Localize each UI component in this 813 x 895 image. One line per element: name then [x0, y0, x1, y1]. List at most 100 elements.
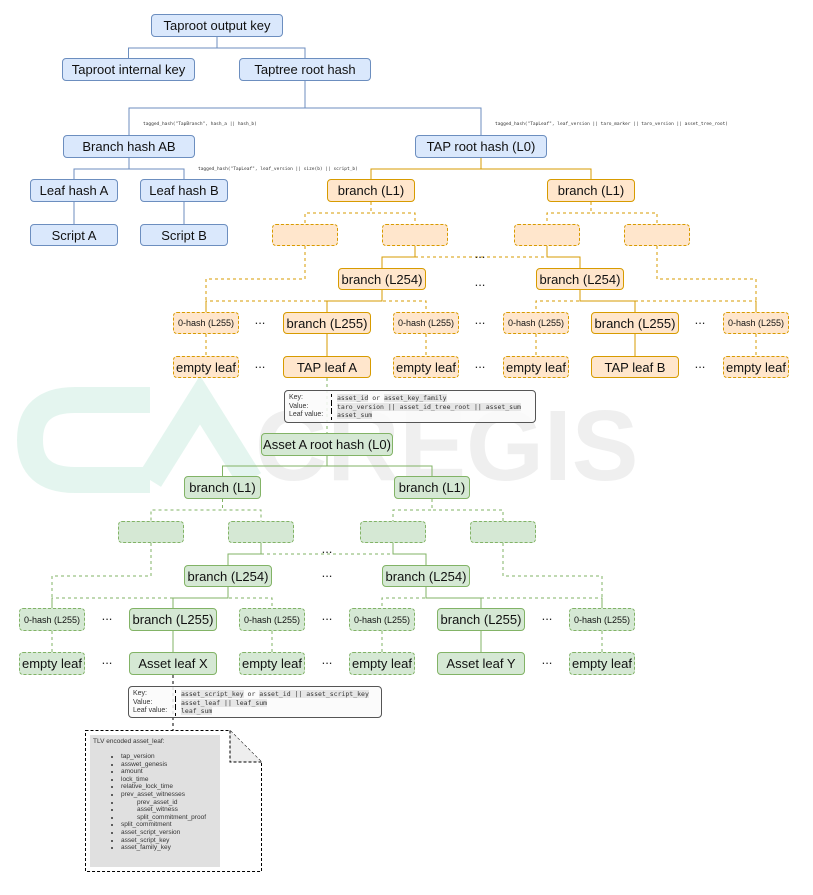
connector-line	[326, 290, 383, 312]
tapbranch-annotation: tagged_hash("TapBranch", hash_a || hash_…	[143, 122, 257, 127]
placeholder-node[interactable]	[514, 224, 580, 246]
node-o-e2[interactable]: empty leaf	[393, 356, 459, 378]
tlv-field: relative_lock_time	[121, 783, 217, 791]
placeholder-node[interactable]	[272, 224, 338, 246]
tlv-field: asset_witness	[121, 806, 217, 814]
connector-line	[73, 158, 130, 179]
connector-line	[128, 158, 185, 179]
ellipsis: ...	[101, 652, 113, 667]
tlv-field: prev_asset_id	[121, 799, 217, 807]
node-lha[interactable]: Leaf hash A	[30, 179, 118, 202]
leaf-value-label: Leaf value:	[133, 707, 176, 716]
connector-line	[304, 202, 372, 224]
tlv-field: asset_script_version	[121, 829, 217, 837]
connector-line	[381, 290, 427, 312]
connector-line	[128, 37, 218, 58]
node-g-e1[interactable]: empty leaf	[19, 652, 85, 675]
connector-line	[172, 587, 229, 608]
node-o-z2[interactable]: 0-hash (L255)	[393, 312, 459, 334]
tlv-field-list: tap_versionasswet_genesisamountlock_time…	[121, 753, 217, 852]
value: taro_version || asset_id_tree_root || as…	[337, 402, 521, 411]
key-b: asset_id || asset_script_key	[259, 690, 369, 698]
node-g-b255a[interactable]: branch (L255)	[129, 608, 217, 631]
connector-line	[546, 246, 581, 268]
node-taptree[interactable]: Taptree root hash	[239, 58, 371, 81]
connector-line	[546, 202, 592, 224]
leaf-value: asset_sum	[337, 411, 373, 419]
node-g-l1a[interactable]: branch (L1)	[184, 476, 261, 499]
leaf-value-label: Leaf value:	[289, 411, 332, 420]
node-o-e4[interactable]: empty leaf	[723, 356, 789, 378]
node-o-l1b[interactable]: branch (L1)	[547, 179, 635, 202]
connector-line	[222, 456, 328, 476]
value-label: Value:	[289, 402, 332, 411]
placeholder-node[interactable]	[118, 521, 184, 543]
connector-line	[579, 290, 757, 312]
connector-line	[304, 81, 482, 135]
node-g-e4[interactable]: empty leaf	[569, 652, 635, 675]
node-o-l1a[interactable]: branch (L1)	[327, 179, 415, 202]
node-g-l254a[interactable]: branch (L254)	[184, 565, 272, 587]
node-g-lx[interactable]: Asset leaf X	[129, 652, 217, 675]
node-o-z4[interactable]: 0-hash (L255)	[723, 312, 789, 334]
tlv-content: TLV encoded asset_leaf: tap_versionasswe…	[90, 735, 220, 867]
node-g-l1b[interactable]: branch (L1)	[394, 476, 470, 499]
ellipsis: ...	[541, 652, 553, 667]
node-o-lb[interactable]: TAP leaf B	[591, 356, 679, 378]
tlv-field: lock_time	[121, 776, 217, 784]
tlv-asset-leaf-document: TLV encoded asset_leaf: tap_versionasswe…	[85, 730, 262, 872]
node-out[interactable]: Taproot output key	[151, 14, 283, 37]
value: asset_leaf || leaf_sum	[181, 698, 268, 707]
taproot-asset-tree-diagram: CREGIS tagged_hash("TapBranch", hash_a |…	[0, 0, 813, 895]
placeholder-node[interactable]	[228, 521, 294, 543]
node-g-e3[interactable]: empty leaf	[349, 652, 415, 675]
node-sb[interactable]: Script B	[140, 224, 228, 246]
node-o-e3[interactable]: empty leaf	[503, 356, 569, 378]
ellipsis: ...	[474, 246, 486, 261]
node-g-b255b[interactable]: branch (L255)	[437, 608, 525, 631]
ellipsis: ...	[474, 312, 486, 327]
tlv-field: asset_family_key	[121, 844, 217, 852]
node-g-root[interactable]: Asset A root hash (L0)	[261, 433, 393, 456]
connector-line	[392, 543, 427, 565]
node-o-b255a[interactable]: branch (L255)	[283, 312, 371, 334]
node-g-ly[interactable]: Asset leaf Y	[437, 652, 525, 675]
node-g-e2[interactable]: empty leaf	[239, 652, 305, 675]
placeholder-node[interactable]	[382, 224, 448, 246]
node-o-e1[interactable]: empty leaf	[173, 356, 239, 378]
tapleaf-script-annotation: tagged_hash("TapLeaf", leaf_version || s…	[198, 167, 358, 172]
node-lhb[interactable]: Leaf hash B	[140, 179, 228, 202]
key-a: asset_script_key	[181, 690, 244, 698]
ellipsis: ...	[474, 274, 486, 289]
node-o-la[interactable]: TAP leaf A	[283, 356, 371, 378]
node-g-z3[interactable]: 0-hash (L255)	[349, 608, 415, 631]
connector-line	[590, 202, 658, 224]
tlv-field: amount	[121, 768, 217, 776]
ellipsis: ...	[474, 356, 486, 371]
node-sa[interactable]: Script A	[30, 224, 118, 246]
node-g-l254b[interactable]: branch (L254)	[382, 565, 470, 587]
placeholder-node[interactable]	[360, 521, 426, 543]
connector-line	[150, 499, 223, 521]
ellipsis: ...	[541, 608, 553, 623]
placeholder-node[interactable]	[470, 521, 536, 543]
node-g-z1[interactable]: 0-hash (L255)	[19, 608, 85, 631]
node-g-z4[interactable]: 0-hash (L255)	[569, 608, 635, 631]
node-o-l254a[interactable]: branch (L254)	[338, 268, 426, 290]
connector-line	[370, 158, 482, 179]
node-g-z2[interactable]: 0-hash (L255)	[239, 608, 305, 631]
ellipsis: ...	[254, 312, 266, 327]
node-bab[interactable]: Branch hash AB	[63, 135, 195, 158]
key-or: or	[372, 394, 381, 402]
node-o-l254b[interactable]: branch (L254)	[536, 268, 624, 290]
node-o-z3[interactable]: 0-hash (L255)	[503, 312, 569, 334]
placeholder-node[interactable]	[624, 224, 690, 246]
node-o-z1[interactable]: 0-hash (L255)	[173, 312, 239, 334]
tlv-field: prev_asset_witnesses	[121, 791, 217, 799]
connector-line	[370, 202, 416, 224]
node-internal[interactable]: Taproot internal key	[62, 58, 195, 81]
leaf-value: leaf_sum	[181, 707, 213, 715]
tlv-field: split_commitment	[121, 821, 217, 829]
node-o-b255b[interactable]: branch (L255)	[591, 312, 679, 334]
node-taproot[interactable]: TAP root hash (L0)	[415, 135, 547, 158]
